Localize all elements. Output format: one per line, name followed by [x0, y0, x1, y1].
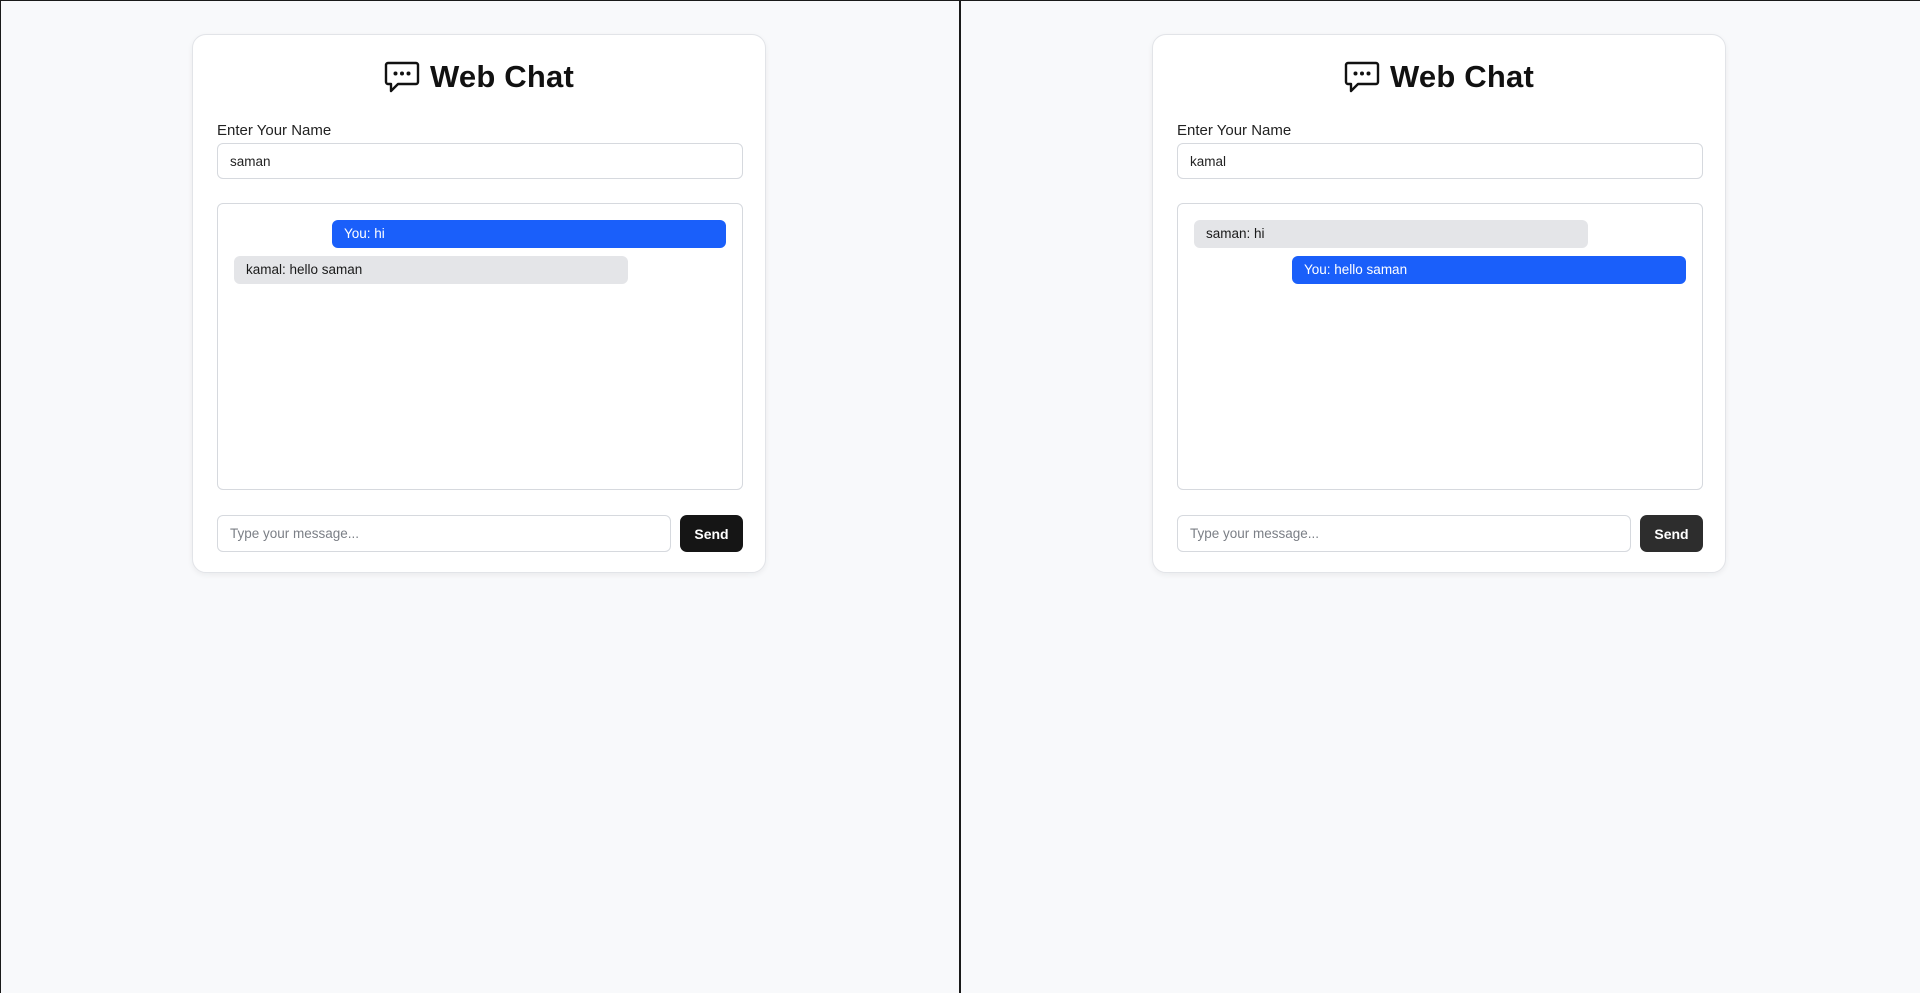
- name-input[interactable]: [1177, 143, 1703, 179]
- app-title: Web Chat: [430, 59, 574, 94]
- name-label: Enter Your Name: [217, 122, 332, 139]
- name-input[interactable]: [217, 143, 743, 179]
- message-bubble-other: saman: hi: [1194, 220, 1588, 248]
- name-label: Enter Your Name: [1177, 122, 1292, 139]
- messages-box[interactable]: You: hi kamal: hello saman: [217, 203, 743, 490]
- send-button[interactable]: Send: [1640, 515, 1703, 552]
- message-bubble-own: You: hello saman: [1292, 256, 1686, 284]
- send-button[interactable]: Send: [680, 515, 743, 552]
- chat-bubble-icon: [1344, 61, 1380, 93]
- messages-box[interactable]: saman: hi You: hello saman: [1177, 203, 1703, 490]
- message-bubble-other: kamal: hello saman: [234, 256, 628, 284]
- message-input[interactable]: [217, 515, 671, 552]
- app-title: Web Chat: [1390, 59, 1534, 94]
- page-title: Web Chat: [193, 59, 765, 95]
- message-input[interactable]: [1177, 515, 1631, 552]
- page-title: Web Chat: [1153, 59, 1725, 95]
- browser-pane-left: Web Chat Enter Your Name You: hi kamal: …: [1, 1, 959, 993]
- split-screen: Web Chat Enter Your Name You: hi kamal: …: [0, 0, 1920, 993]
- browser-pane-right: Web Chat Enter Your Name saman: hi You: …: [961, 1, 1920, 993]
- chat-bubble-icon: [384, 61, 420, 93]
- chat-card: Web Chat Enter Your Name saman: hi You: …: [1152, 34, 1726, 573]
- chat-card: Web Chat Enter Your Name You: hi kamal: …: [192, 34, 766, 573]
- message-bubble-own: You: hi: [332, 220, 726, 248]
